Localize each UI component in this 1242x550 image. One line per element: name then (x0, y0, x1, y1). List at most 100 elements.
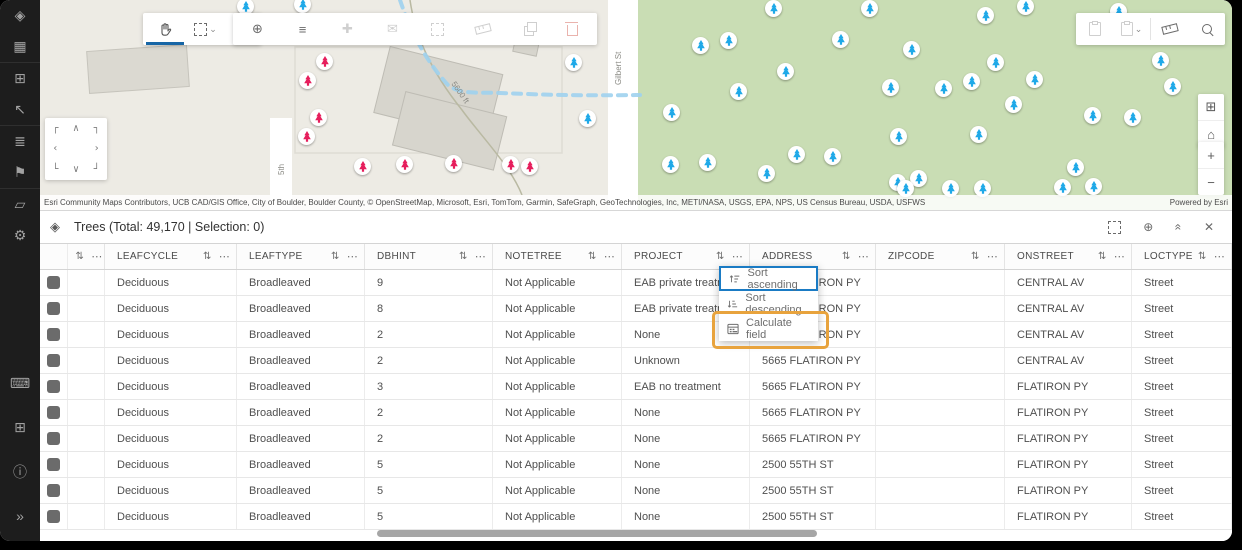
tree-marker-red[interactable] (298, 128, 315, 145)
envelope-button[interactable]: ✉ (374, 13, 411, 45)
pan-navigation-pad[interactable]: ┌ ∧ ┐ ‹ › └ ∨ ┘ (45, 118, 107, 180)
basemap-grid-button[interactable]: ⊞ (1198, 94, 1224, 120)
zoom-in-button[interactable]: + (1198, 142, 1224, 168)
tree-marker-red[interactable] (310, 109, 327, 126)
tree-marker-blue[interactable] (692, 37, 709, 54)
menu-item-sort-descending[interactable]: Sort descending (719, 291, 818, 316)
tree-marker-blue[interactable] (1084, 107, 1101, 124)
column-header-DBHINT[interactable]: DBHINT ⇅ ⋯ (365, 244, 493, 269)
tree-marker-blue[interactable] (963, 73, 980, 90)
move-button[interactable]: ✚ (329, 13, 366, 45)
tree-marker-blue[interactable] (699, 154, 716, 171)
sidebar-button-info[interactable]: ⓘ (0, 456, 40, 487)
tree-marker-blue[interactable] (565, 54, 582, 71)
column-header-blank[interactable]: ⇅ ⋯ (68, 244, 105, 269)
tree-marker-blue[interactable] (1054, 179, 1071, 196)
tree-marker-blue[interactable] (935, 80, 952, 97)
sidebar-button-list[interactable]: ≣ (0, 126, 40, 157)
tree-marker-blue[interactable] (1124, 109, 1141, 126)
column-header-ZIPCODE[interactable]: ZIPCODE ⇅ ⋯ (876, 244, 1005, 269)
tree-marker-red[interactable] (299, 72, 316, 89)
nav-pad-cell-3[interactable]: ‹ (45, 139, 66, 160)
tree-marker-blue[interactable] (579, 110, 596, 127)
column-header-LEAFCYCLE[interactable]: LEAFCYCLE ⇅ ⋯ (105, 244, 237, 269)
column-header-NOTETREE[interactable]: NOTETREE ⇅ ⋯ (493, 244, 622, 269)
tree-marker-blue[interactable] (663, 104, 680, 121)
row-checkbox[interactable] (47, 510, 60, 523)
column-menu-icon[interactable]: ⋯ (347, 250, 358, 263)
tree-marker-blue[interactable] (1152, 52, 1169, 69)
row-checkbox[interactable] (47, 354, 60, 367)
measure-button[interactable] (1151, 13, 1188, 45)
column-menu-icon[interactable]: ⋯ (475, 250, 486, 263)
tree-marker-red[interactable] (396, 156, 413, 173)
show-selection-button[interactable] (1108, 220, 1122, 234)
sort-toggle-icon[interactable]: ⇅ (459, 251, 468, 262)
scrollbar-thumb[interactable] (377, 530, 817, 537)
row-checkbox[interactable] (47, 432, 60, 445)
search-button[interactable] (1188, 13, 1225, 45)
tree-marker-blue[interactable] (1067, 159, 1084, 176)
sort-toggle-icon[interactable]: ⇅ (203, 251, 212, 262)
tree-marker-blue[interactable] (970, 126, 987, 143)
row-checkbox[interactable] (47, 458, 60, 471)
sort-toggle-icon[interactable]: ⇅ (76, 251, 85, 262)
nav-pad-cell-0[interactable]: ┌ (45, 118, 66, 139)
column-menu-icon[interactable]: ⋯ (1114, 250, 1125, 263)
reshape-button[interactable] (464, 13, 501, 45)
tree-marker-blue[interactable] (903, 41, 920, 58)
tree-marker-blue[interactable] (758, 165, 775, 182)
row-checkbox[interactable] (47, 380, 60, 393)
tree-marker-blue[interactable] (1026, 71, 1043, 88)
tree-marker-blue[interactable] (1164, 78, 1181, 95)
collapse-table-button[interactable]: « (1172, 220, 1186, 234)
sort-toggle-icon[interactable]: ⇅ (716, 251, 725, 262)
chevron-down-icon[interactable]: ⌄ (1135, 24, 1143, 35)
tree-marker-blue[interactable] (662, 156, 679, 173)
tree-marker-blue[interactable] (765, 0, 782, 17)
tree-marker-blue[interactable] (977, 7, 994, 24)
row-checkbox[interactable] (47, 328, 60, 341)
horizontal-scrollbar[interactable] (40, 530, 1232, 538)
tree-marker-blue[interactable] (720, 32, 737, 49)
nav-pad-cell-1[interactable]: ∧ (66, 118, 87, 139)
copy-features-button[interactable] (1076, 13, 1113, 45)
column-menu-icon[interactable]: ⋯ (732, 250, 743, 263)
sidebar-button-settings-gear[interactable]: ⚙ (0, 220, 40, 251)
sidebar-button-bookmark[interactable]: ⚑ (0, 157, 40, 188)
sidebar-button-folder[interactable]: ▱ (0, 189, 40, 220)
sidebar-button-apps[interactable]: ⊞ (0, 63, 40, 94)
sort-toggle-icon[interactable]: ⇅ (588, 251, 597, 262)
row-checkbox[interactable] (47, 302, 60, 315)
paste-features-button[interactable]: ⌄ (1113, 13, 1150, 45)
template-list-button[interactable]: ≡ (284, 13, 321, 45)
sidebar-button-table[interactable]: ▦ (0, 31, 40, 62)
nav-pad-cell-7[interactable]: ∨ (66, 159, 87, 180)
nav-pad-cell-6[interactable]: └ (45, 159, 66, 180)
sort-toggle-icon[interactable]: ⇅ (331, 251, 340, 262)
menu-item-calculate-field[interactable]: Calculate field (719, 316, 818, 341)
row-checkbox[interactable] (47, 484, 60, 497)
tree-marker-blue[interactable] (882, 79, 899, 96)
nav-pad-cell-2[interactable]: ┐ (86, 118, 107, 139)
tree-marker-red[interactable] (354, 158, 371, 175)
sidebar-button-layers[interactable]: ◈ (0, 0, 40, 31)
delete-button[interactable] (554, 13, 591, 45)
tree-marker-blue[interactable] (832, 31, 849, 48)
tree-marker-red[interactable] (521, 158, 538, 175)
tree-marker-blue[interactable] (777, 63, 794, 80)
row-checkbox[interactable] (47, 406, 60, 419)
column-menu-icon[interactable]: ⋯ (987, 250, 998, 263)
nav-pad-cell-5[interactable]: › (86, 139, 107, 160)
sort-toggle-icon[interactable]: ⇅ (842, 251, 851, 262)
tree-marker-blue[interactable] (730, 83, 747, 100)
tree-marker-blue[interactable] (824, 148, 841, 165)
sidebar-button-expand-chevrons[interactable]: » (0, 500, 40, 531)
tree-marker-blue[interactable] (890, 128, 907, 145)
lasso-select-button[interactable] (419, 13, 456, 45)
tree-marker-blue[interactable] (861, 0, 878, 17)
column-menu-icon[interactable]: ⋯ (1214, 250, 1225, 263)
column-header-ONSTREET[interactable]: ONSTREET ⇅ ⋯ (1005, 244, 1132, 269)
close-table-button[interactable]: ✕ (1204, 220, 1214, 234)
tree-marker-blue[interactable] (987, 54, 1004, 71)
